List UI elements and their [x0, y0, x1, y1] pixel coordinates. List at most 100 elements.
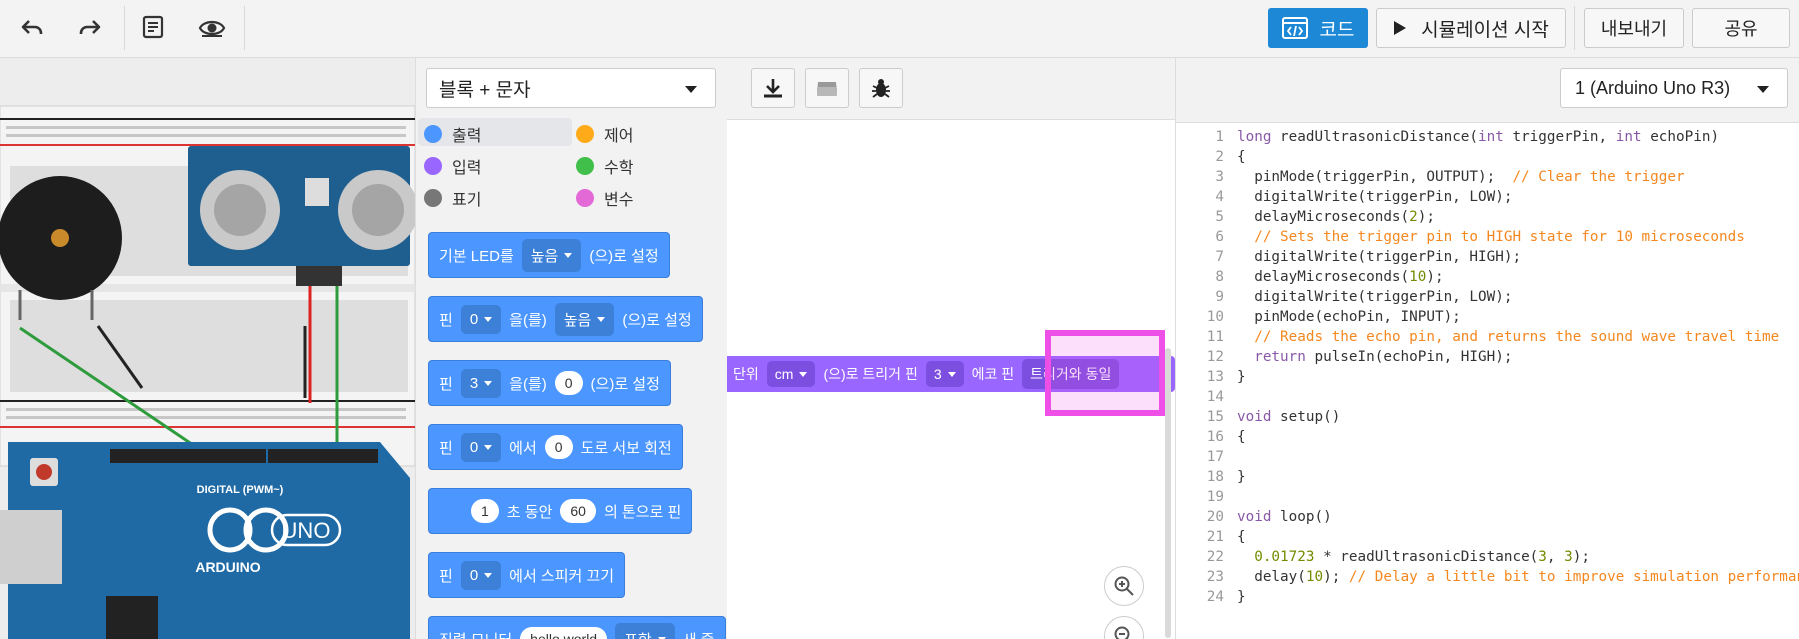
- code-editor[interactable]: 1 2 3 4 5 6 7 8 9 10 11 12 13 14 15 16 17 18 19 20 21 22 23 24 …: [1175, 123, 1799, 639]
- category-dot-icon: [424, 125, 442, 143]
- block-dropdown[interactable]: 0: [460, 432, 502, 462]
- line-number: 11: [1206, 329, 1224, 345]
- redo-icon: [79, 20, 101, 34]
- block-rotate-servo[interactable]: 핀 0 에서 0 도로 서보 회전: [428, 424, 683, 470]
- line-number: 1: [1215, 129, 1224, 145]
- line-number: 16: [1206, 429, 1224, 445]
- code-text: long readUltrasonicDistance(int triggerP…: [1237, 129, 1799, 605]
- category-math[interactable]: 수학: [576, 154, 633, 178]
- category-label: 출력: [452, 128, 482, 145]
- code-button[interactable]: 코드: [1268, 8, 1368, 48]
- block-text: 에서: [509, 439, 537, 457]
- block-number-input[interactable]: 0: [554, 371, 583, 395]
- undo-button[interactable]: [4, 8, 60, 48]
- caret-down-icon: [564, 252, 573, 258]
- block-speaker-off[interactable]: 핀 0 에서 스피커 끄기: [428, 552, 626, 598]
- line-number: 17: [1206, 449, 1224, 465]
- block-text: 핀: [439, 375, 453, 393]
- caret-down-icon: [484, 316, 493, 322]
- block-set-pin[interactable]: 핀 0 을(를) 높음 (으)로 설정: [428, 296, 703, 342]
- block-dropdown[interactable]: 3: [460, 368, 502, 398]
- svg-text:ARDUINO: ARDUINO: [195, 559, 260, 575]
- category-output[interactable]: 출력: [424, 122, 481, 146]
- block-dropdown[interactable]: 높음: [521, 238, 582, 272]
- line-number: 12: [1206, 349, 1224, 365]
- library-button[interactable]: [805, 68, 849, 108]
- category-dot-icon: [424, 157, 442, 175]
- line-number: 13: [1206, 369, 1224, 385]
- block-dropdown[interactable]: cm: [766, 361, 816, 387]
- line-number: 18: [1206, 469, 1224, 485]
- zoom-in-icon: [1114, 576, 1134, 596]
- caret-down-icon: [947, 371, 956, 377]
- zoom-out-button[interactable]: [1104, 616, 1144, 639]
- line-number: 21: [1206, 529, 1224, 545]
- notes-icon: [142, 15, 164, 39]
- line-numbers: 1 2 3 4 5 6 7 8 9 10 11 12 13 14 15 16 17 18 19 20 21 22 23 24: [1176, 127, 1224, 607]
- zoom-in-button[interactable]: [1104, 566, 1144, 606]
- block-text-input[interactable]: hello world: [520, 627, 608, 639]
- caret-down-icon: [484, 380, 493, 386]
- block-set-pin-value[interactable]: 핀 3 을(를) 0 (으)로 설정: [428, 360, 671, 406]
- export-label: 내보내기: [1600, 19, 1668, 39]
- visibility-icon: [198, 20, 226, 37]
- redo-button[interactable]: [62, 8, 118, 48]
- line-number: 20: [1206, 509, 1224, 525]
- line-number: 6: [1215, 229, 1224, 245]
- line-number: 4: [1215, 189, 1224, 205]
- category-input[interactable]: 입력: [424, 154, 481, 178]
- block-text: 기본 LED를: [439, 247, 514, 265]
- block-number-input[interactable]: 0: [544, 435, 573, 459]
- line-number: 24: [1206, 589, 1224, 605]
- block-text: 도로 서보 회전: [580, 439, 672, 457]
- block-number-input[interactable]: 1: [471, 499, 499, 523]
- visibility-button[interactable]: [184, 8, 240, 48]
- block-text: 새 줄: [683, 629, 715, 639]
- export-button[interactable]: 내보내기: [1584, 8, 1684, 48]
- download-button[interactable]: [751, 68, 795, 108]
- caret-down-icon: [799, 371, 808, 377]
- category-control[interactable]: 제어: [576, 122, 633, 146]
- line-number: 2: [1215, 149, 1224, 165]
- block-workspace[interactable]: 단위 cm (으)로 트리거 핀 3 에코 핀 트리거와 동일: [727, 58, 1175, 639]
- highlight-box: [1045, 330, 1165, 416]
- play-icon: [1394, 21, 1407, 35]
- category-variables[interactable]: 변수: [576, 186, 633, 210]
- block-dropdown[interactable]: 0: [460, 304, 502, 334]
- category-label: 표기: [452, 192, 482, 209]
- block-text: 핀: [439, 311, 453, 329]
- block-text: 을(를): [509, 375, 547, 393]
- editor-mode-select[interactable]: 블록 + 문자: [426, 68, 716, 108]
- chevron-down-icon: [685, 86, 697, 93]
- notes-button[interactable]: [125, 8, 181, 48]
- start-simulation-button[interactable]: 시뮬레이션 시작: [1376, 8, 1566, 48]
- block-text: 초 동안: [506, 503, 553, 521]
- block-palette: 블록 + 문자 출력 제어 입력 수학 표기 변수 기본 LED를 높음 (으)…: [415, 58, 727, 639]
- category-label: 수학: [604, 160, 634, 177]
- debugger-button[interactable]: [859, 68, 903, 108]
- code-panel-header: 1 (Arduino Uno R3): [1175, 58, 1799, 123]
- device-select-value: 1 (Arduino Uno R3): [1575, 77, 1731, 98]
- start-simulation-label: 시뮬레이션 시작: [1421, 19, 1549, 41]
- line-number: 5: [1215, 209, 1224, 225]
- dropdown-value: 3: [469, 374, 479, 392]
- category-label: 입력: [452, 160, 482, 177]
- block-play-tone[interactable]: 1 초 동안 60 의 톤으로 핀: [428, 488, 693, 534]
- line-number: 10: [1206, 309, 1224, 325]
- category-notation[interactable]: 표기: [424, 186, 481, 210]
- block-text: 의 톤으로 핀: [603, 503, 682, 521]
- workspace-scrollbar[interactable]: [1165, 348, 1171, 638]
- block-text: 핀: [439, 567, 453, 585]
- block-dropdown[interactable]: 3: [925, 361, 964, 387]
- workspace-toolbar: [727, 58, 1175, 120]
- block-serial-print[interactable]: 직렬 모니터 hello world 포함 새 줄: [428, 616, 726, 639]
- block-dropdown[interactable]: 높음: [554, 302, 615, 336]
- caret-down-icon: [597, 316, 606, 322]
- device-select[interactable]: 1 (Arduino Uno R3): [1560, 68, 1788, 108]
- share-button[interactable]: 공유: [1692, 8, 1790, 48]
- circuit-canvas[interactable]: UNO ARDUINO DIGITAL (PWM~): [0, 58, 415, 639]
- block-dropdown[interactable]: 0: [460, 560, 502, 590]
- block-set-builtin-led[interactable]: 기본 LED를 높음 (으)로 설정: [428, 232, 670, 278]
- block-dropdown[interactable]: 포함: [615, 622, 675, 639]
- block-number-input[interactable]: 60: [560, 499, 596, 523]
